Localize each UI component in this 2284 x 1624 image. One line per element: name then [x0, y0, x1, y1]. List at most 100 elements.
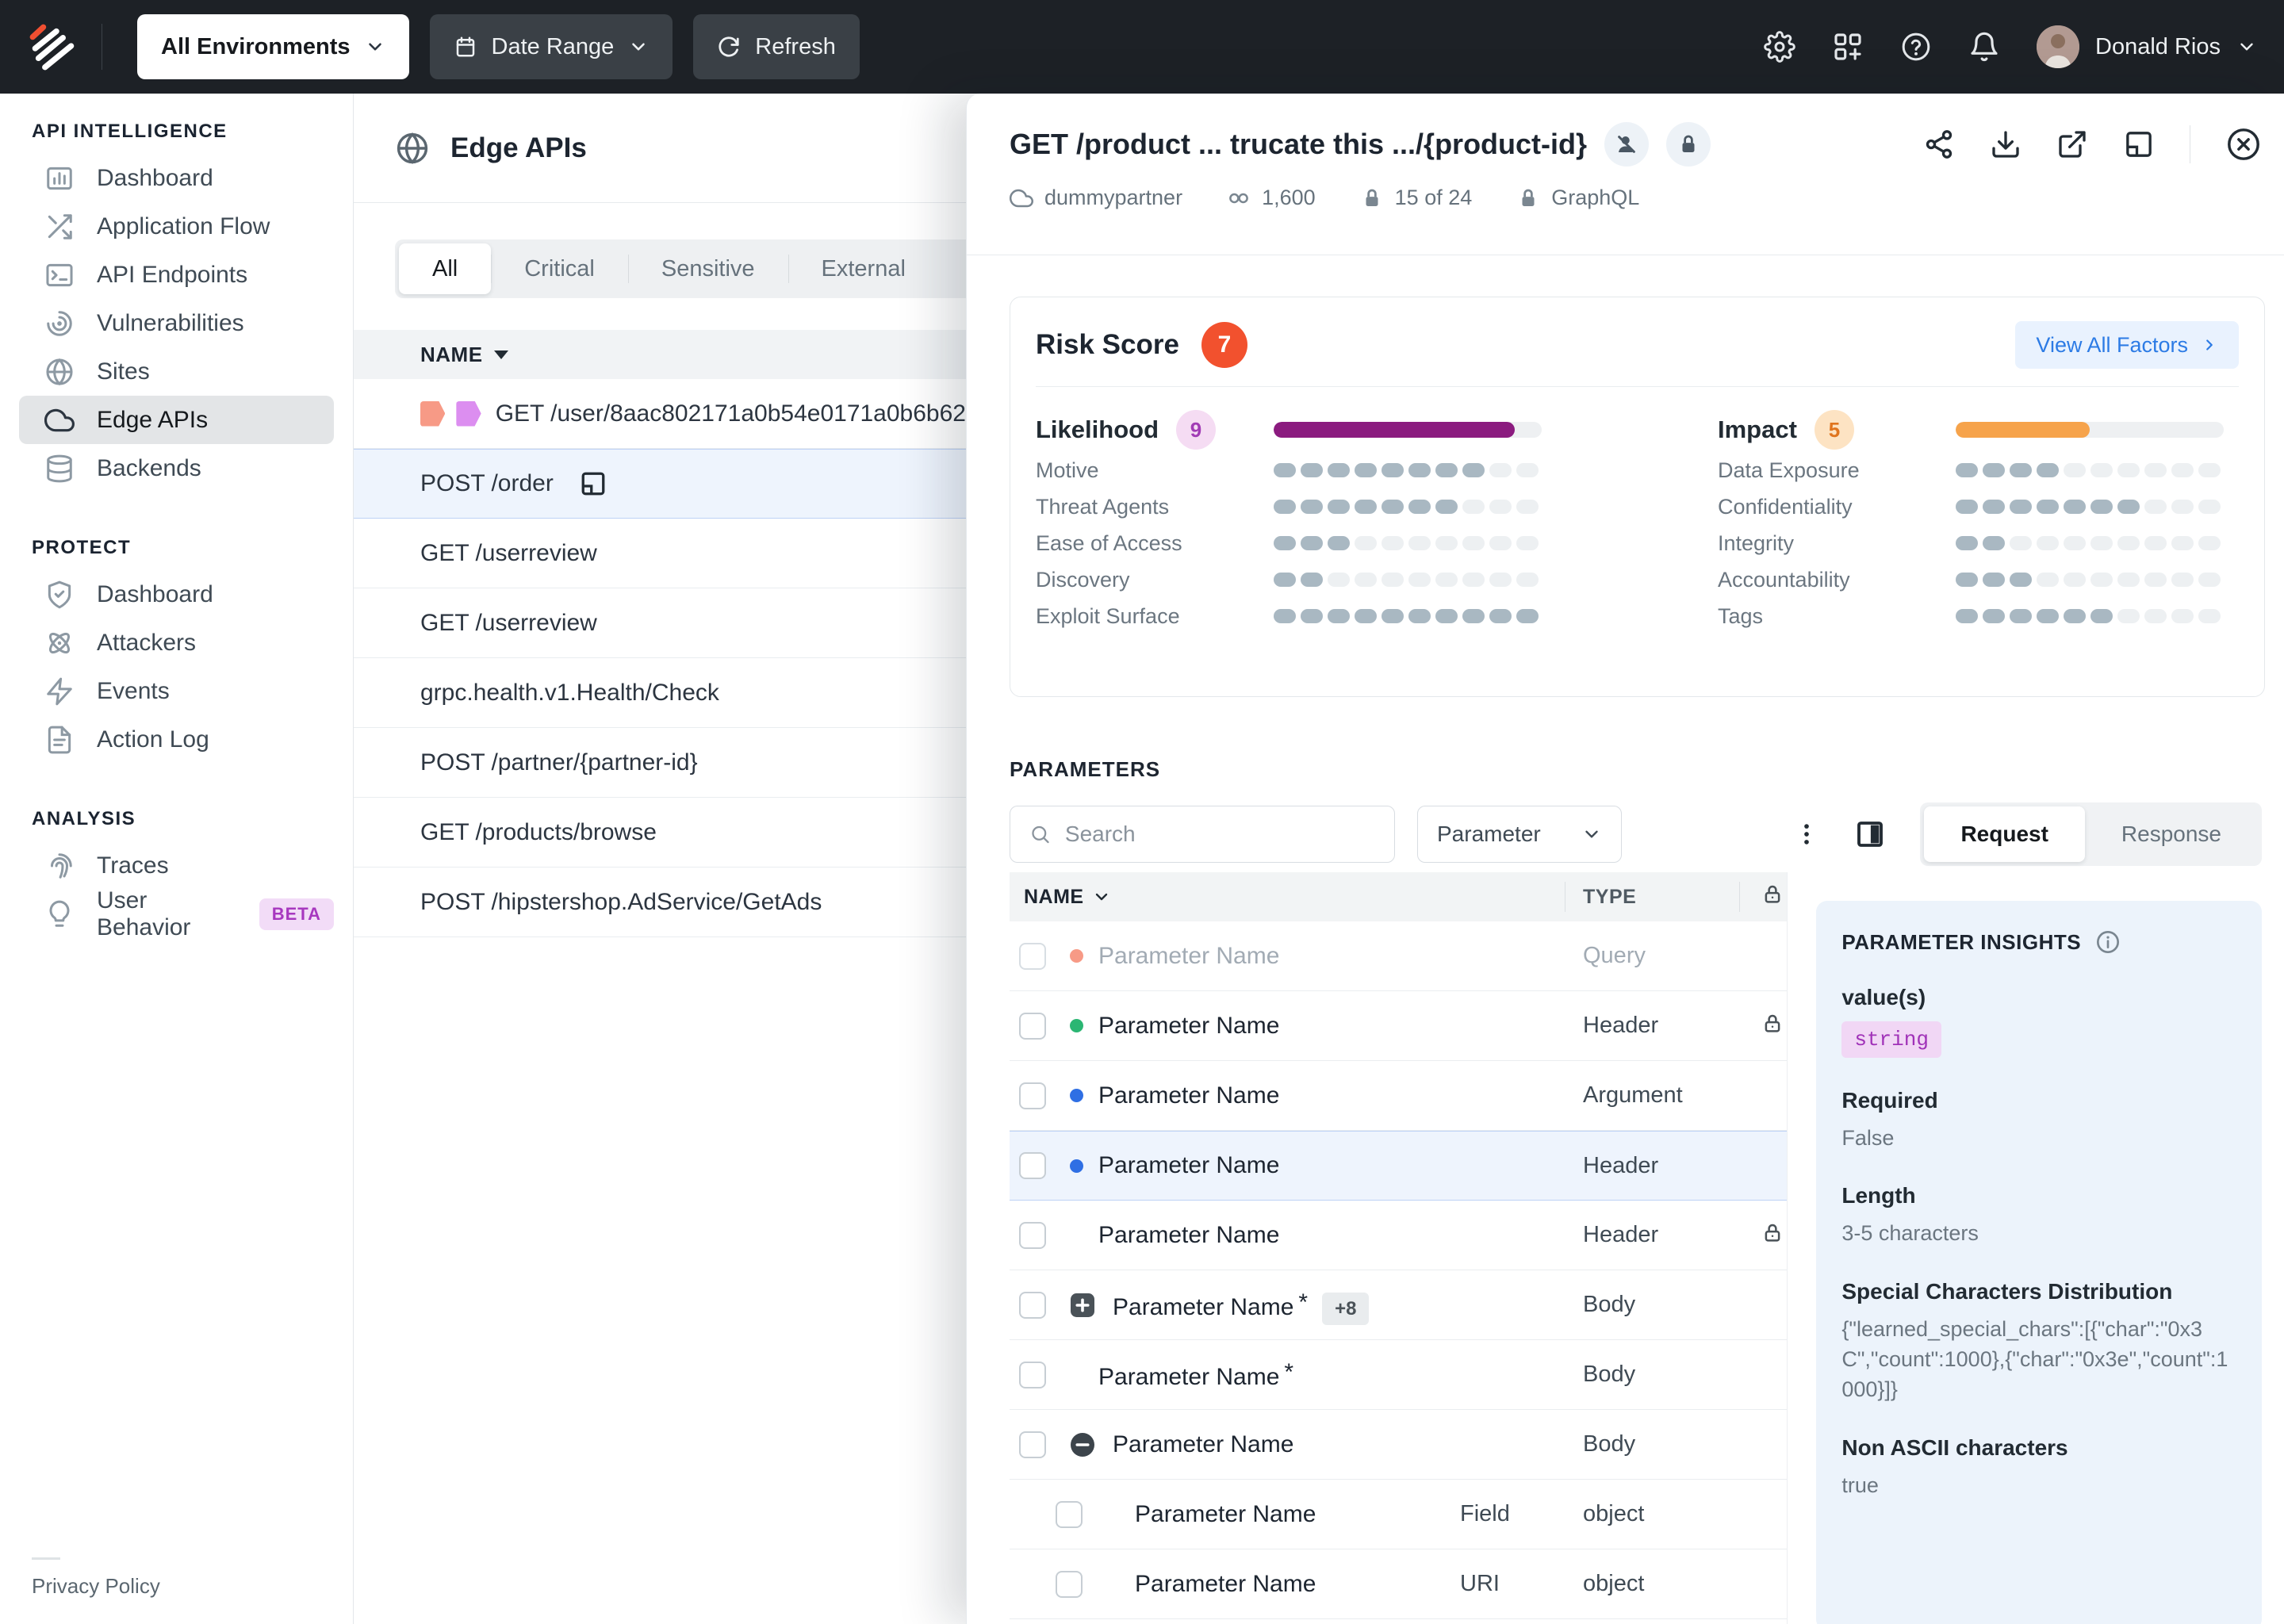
sidebar-item-events[interactable]: Events	[19, 667, 334, 715]
param-status-dot	[1070, 1089, 1083, 1102]
risk-score-card: Risk Score 7 View All Factors Likelihood…	[1010, 297, 2265, 697]
more-count-badge[interactable]: +8	[1322, 1293, 1369, 1325]
date-range-selector[interactable]: Date Range	[430, 14, 673, 79]
risk-score-value: 7	[1201, 322, 1247, 368]
sidebar-item-protect-dashboard[interactable]: Dashboard	[19, 570, 334, 619]
sidebar-item-vulnerabilities[interactable]: Vulnerabilities	[19, 299, 334, 347]
parameter-row[interactable]: Parameter Name Argument	[1010, 1061, 1787, 1131]
parameter-filter-select[interactable]: Parameter	[1417, 806, 1622, 863]
tab-all[interactable]: All	[399, 243, 491, 294]
sidebar-item-api-endpoints[interactable]: API Endpoints	[19, 251, 334, 299]
factor-row: Accountability	[1718, 561, 2225, 598]
parameter-row[interactable]: Parameter Name*+8 Body	[1010, 1270, 1787, 1340]
close-icon[interactable]	[2225, 126, 2262, 163]
row-checkbox[interactable]	[1019, 1362, 1046, 1388]
factor-dots	[1274, 573, 1542, 587]
parameter-row[interactable]: Parameter Name* Body	[1010, 1340, 1787, 1410]
factor-dots	[1274, 536, 1542, 550]
api-row-selected[interactable]: POST /order	[354, 449, 966, 519]
api-row[interactable]: POST /partner/{partner-id}	[354, 728, 966, 798]
sort-desc-icon	[494, 350, 508, 359]
tab-external[interactable]: External	[788, 243, 939, 294]
row-checkbox[interactable]	[1056, 1571, 1083, 1598]
row-checkbox[interactable]	[1019, 1013, 1046, 1040]
factor-row: Motive	[1036, 452, 1543, 488]
notifications-bell-icon[interactable]	[1968, 31, 2000, 63]
api-row[interactable]: grpc.health.v1.Health/Check	[354, 658, 966, 728]
row-checkbox[interactable]	[1019, 1292, 1046, 1319]
column-type-label: TYPE	[1583, 886, 1636, 909]
row-checkbox[interactable]	[1019, 943, 1046, 970]
api-row[interactable]: GET /user/8aac802171a0b54e0171a0b6b62	[354, 379, 966, 449]
parameter-row[interactable]: Parameter Name Header	[1010, 991, 1787, 1061]
parameter-row-child[interactable]: Parameter Name URI object	[1010, 1549, 1787, 1619]
parameter-row[interactable]: Parameter Name Header	[1010, 1201, 1787, 1270]
insights-length-value: 3-5 characters	[1841, 1218, 2236, 1248]
api-table-header[interactable]: NAME	[354, 330, 966, 379]
download-icon[interactable]	[1990, 128, 2021, 160]
factor-dots	[1956, 500, 2224, 514]
lock-column-icon	[1761, 883, 1784, 906]
lightning-icon	[44, 676, 75, 707]
sidebar-item-dashboard[interactable]: Dashboard	[19, 154, 334, 202]
footer-divider	[32, 1557, 60, 1560]
api-row[interactable]: POST /hipstershop.AdService/GetAds	[354, 868, 966, 937]
parameter-row[interactable]: Parameter Name Query	[1010, 921, 1787, 991]
row-checkbox[interactable]	[1019, 1222, 1046, 1249]
sidebar-item-application-flow[interactable]: Application Flow	[19, 202, 334, 251]
sidebar-item-sites[interactable]: Sites	[19, 347, 334, 396]
factor-dots	[1274, 500, 1542, 514]
sidebar-item-traces[interactable]: Traces	[19, 841, 334, 890]
insights-values-label: value(s)	[1841, 985, 2236, 1010]
sidebar-section-api-intelligence: API INTELLIGENCE	[32, 121, 353, 143]
row-checkbox[interactable]	[1019, 1152, 1046, 1179]
sidebar-item-attackers[interactable]: Attackers	[19, 619, 334, 667]
lock-icon	[1677, 132, 1700, 156]
open-external-icon[interactable]	[2056, 128, 2088, 160]
settings-gear-icon[interactable]	[1764, 31, 1795, 63]
refresh-button[interactable]: Refresh	[693, 14, 860, 79]
apps-grid-icon[interactable]	[1832, 31, 1864, 63]
parameter-row-selected[interactable]: Parameter Name Header	[1010, 1131, 1787, 1201]
parameter-table-header[interactable]: NAME TYPE	[1010, 872, 1787, 921]
user-menu[interactable]: Donald Rios	[2037, 25, 2257, 68]
tab-sensitive[interactable]: Sensitive	[628, 243, 788, 294]
view-all-factors-button[interactable]: View All Factors	[2015, 321, 2239, 369]
param-status-dot	[1070, 949, 1083, 963]
columns-icon[interactable]	[1853, 818, 1887, 851]
search-icon	[1029, 822, 1051, 846]
api-row[interactable]: GET /userreview	[354, 588, 966, 658]
toggle-response[interactable]: Response	[2085, 806, 2258, 862]
search-input[interactable]	[1065, 822, 1375, 847]
share-icon[interactable]	[1923, 128, 1955, 160]
api-row[interactable]: GET /userreview	[354, 519, 966, 588]
help-icon[interactable]	[1900, 31, 1932, 63]
row-checkbox[interactable]	[1019, 1431, 1046, 1458]
user-name: Donald Rios	[2095, 34, 2221, 60]
parameter-row-child[interactable]: Parameter Name Field object	[1010, 1480, 1787, 1549]
panel-corner-icon[interactable]	[2123, 128, 2155, 160]
row-checkbox[interactable]	[1056, 1501, 1083, 1528]
api-name: POST /partner/{partner-id}	[420, 749, 698, 776]
api-row[interactable]: GET /products/browse	[354, 798, 966, 868]
parameter-search[interactable]	[1010, 806, 1395, 863]
environment-selector[interactable]: All Environments	[137, 14, 409, 79]
kebab-menu-icon[interactable]	[1793, 818, 1820, 850]
sidebar-item-edge-apis[interactable]: Edge APIs	[19, 396, 334, 444]
sidebar-item-backends[interactable]: Backends	[19, 444, 334, 492]
sidebar-item-user-behavior[interactable]: User Behavior BETA	[19, 890, 334, 938]
fingerprint-icon	[44, 851, 75, 881]
toggle-request[interactable]: Request	[1924, 806, 2084, 862]
tab-critical[interactable]: Critical	[491, 243, 628, 294]
globe-icon	[395, 131, 430, 166]
insights-special-chars-label: Special Characters Distribution	[1841, 1279, 2236, 1304]
expand-plus-icon[interactable]	[1068, 1291, 1097, 1320]
sidebar-item-action-log[interactable]: Action Log	[19, 715, 334, 764]
privacy-policy-link[interactable]: Privacy Policy	[32, 1574, 160, 1598]
row-checkbox[interactable]	[1019, 1082, 1046, 1109]
info-icon[interactable]	[2095, 929, 2121, 955]
shield-check-icon	[44, 580, 75, 610]
factor-dots	[1956, 609, 2224, 623]
parameter-row[interactable]: Parameter Name Body	[1010, 1410, 1787, 1480]
collapse-minus-icon[interactable]	[1068, 1431, 1097, 1459]
